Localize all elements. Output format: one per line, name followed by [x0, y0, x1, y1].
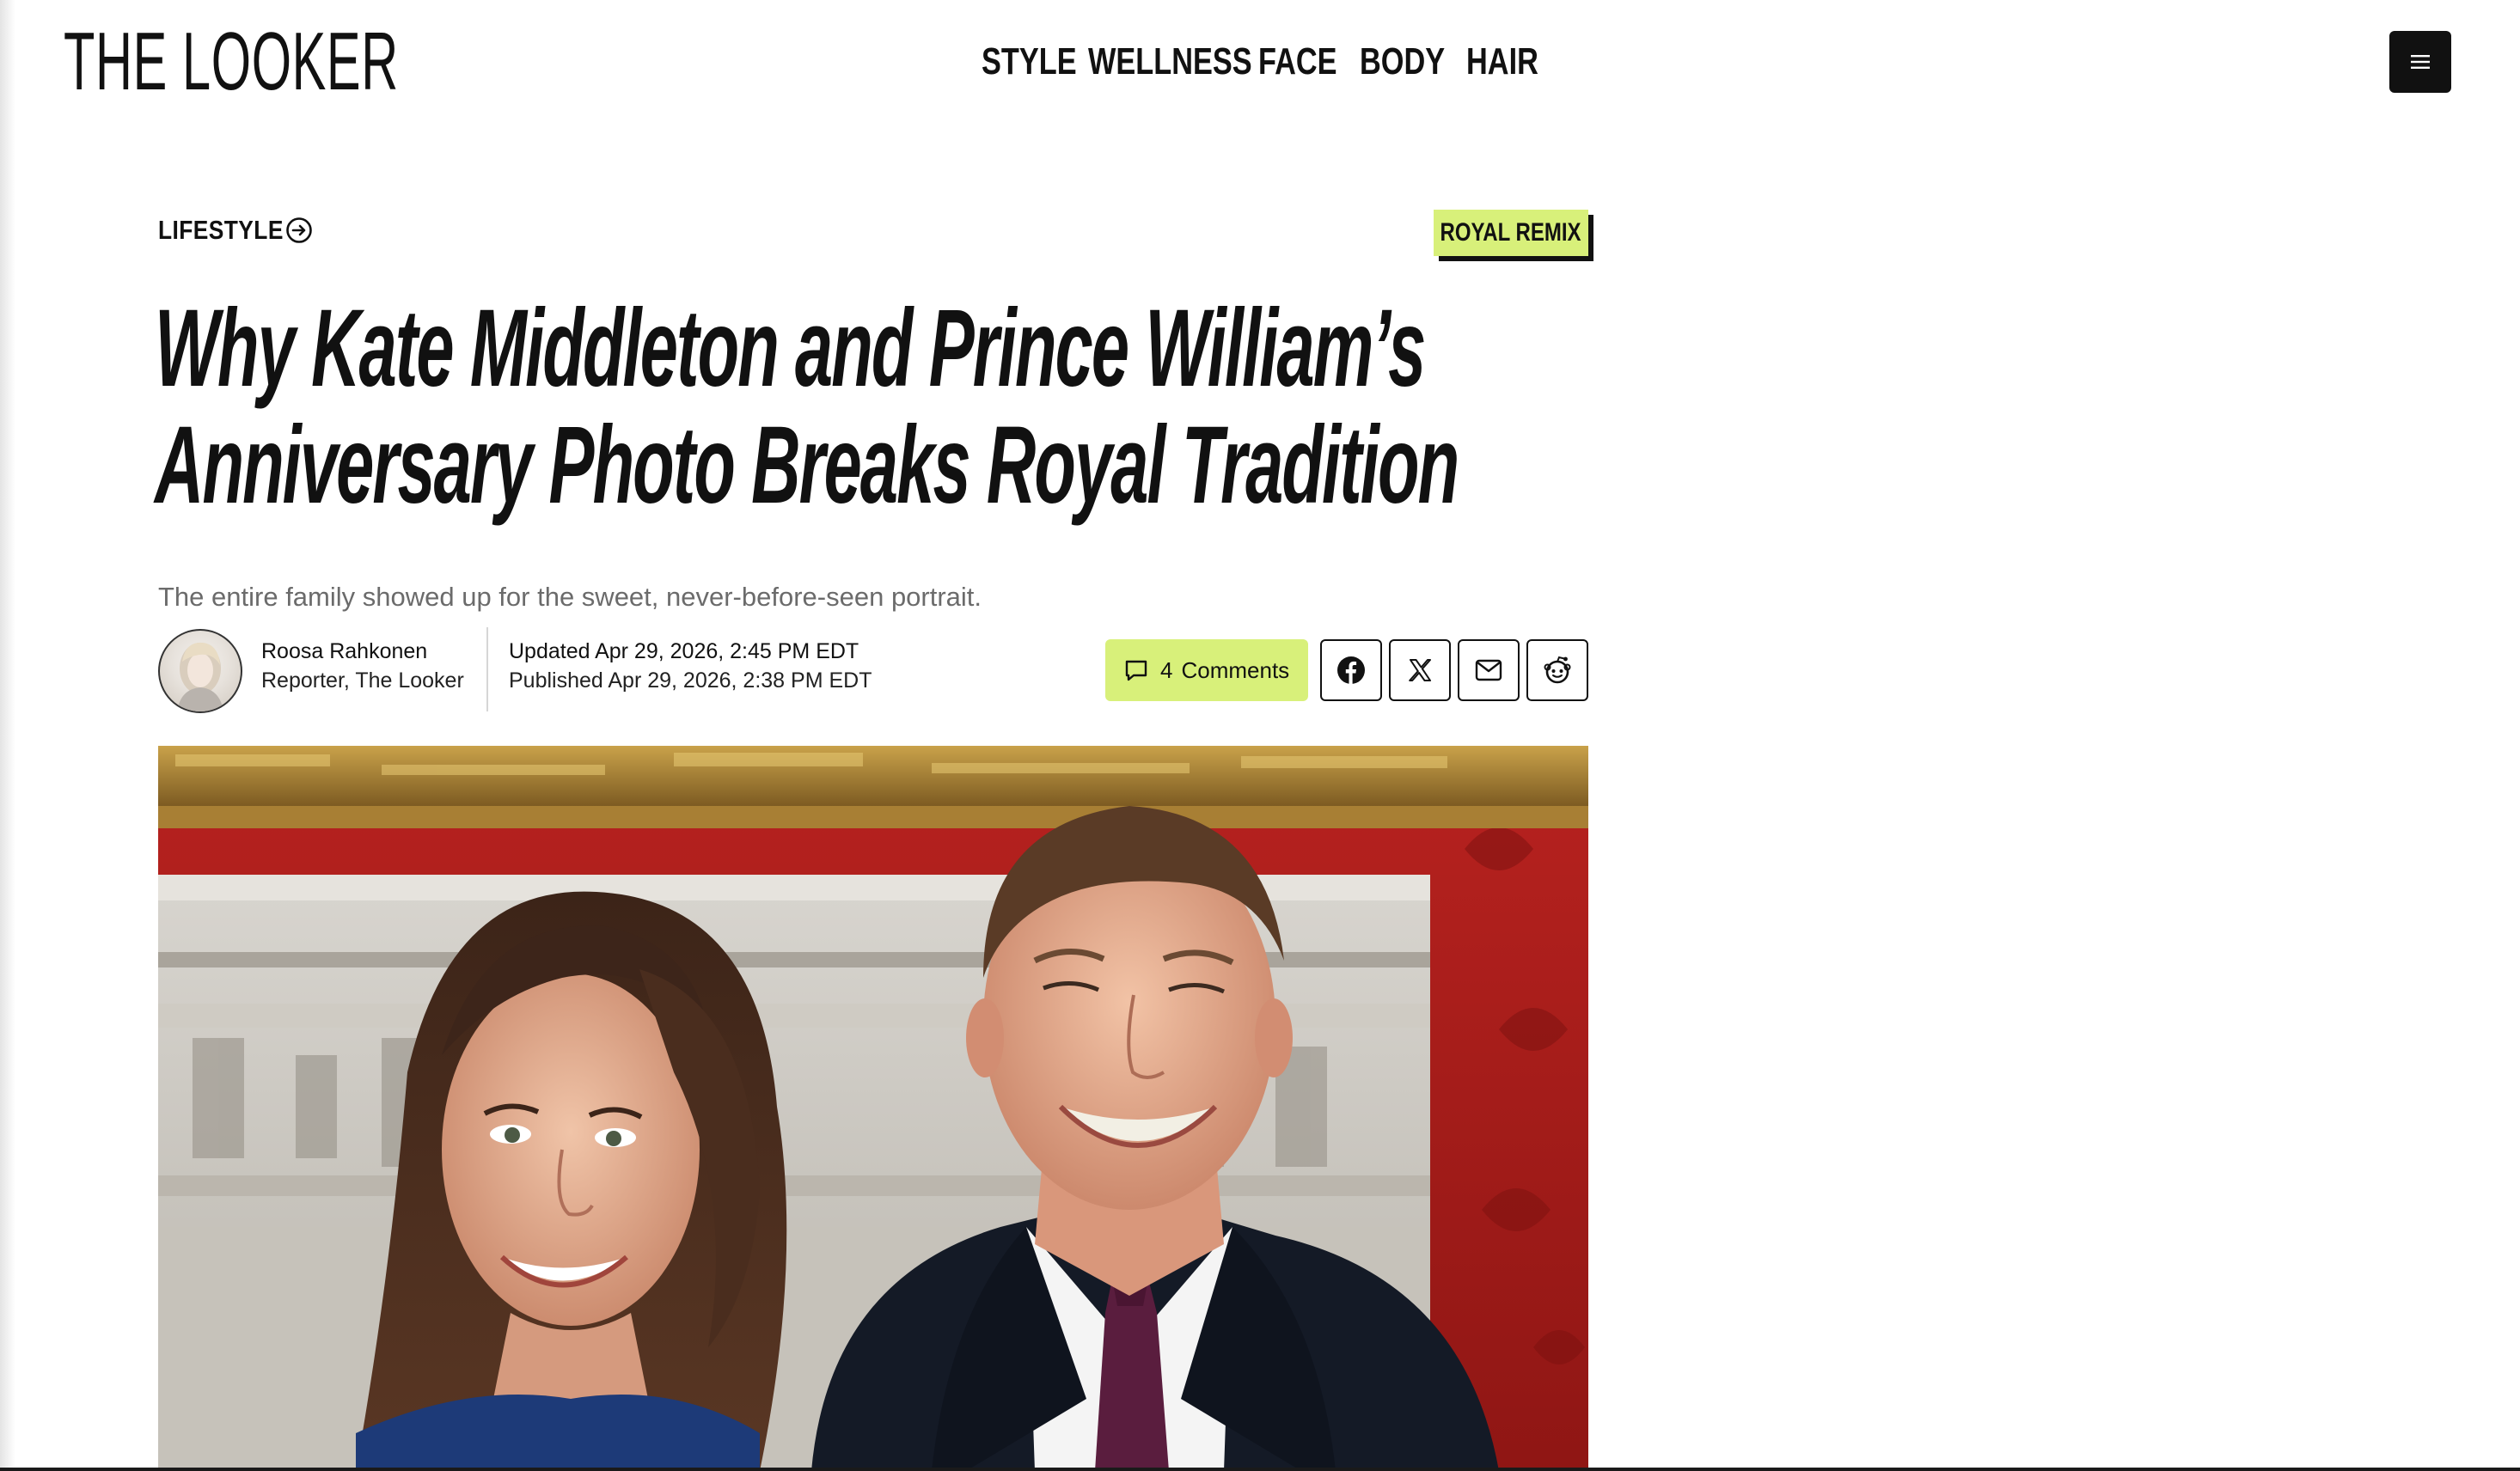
updated-timestamp: Updated Apr 29, 2026, 2:45 PM EDT [509, 639, 859, 663]
hamburger-menu-icon [2411, 53, 2430, 70]
author-avatar[interactable] [158, 629, 242, 713]
headline-line-1: Why Kate Middleton and Prince William’s [155, 287, 1426, 410]
arrow-right-circle-icon [285, 217, 313, 244]
nav-item-style[interactable]: STYLE [982, 38, 1077, 86]
main-nav: STYLE WELLNESS FACE BODY HAIR [982, 38, 1538, 86]
nav-item-face[interactable]: FACE [1258, 38, 1337, 86]
email-icon [1475, 659, 1502, 681]
published-timestamp: Published Apr 29, 2026, 2:38 PM EDT [509, 668, 872, 693]
share-email-button[interactable] [1458, 639, 1520, 701]
window-bottom-edge [0, 1468, 2520, 1471]
site-header: THE LOOKER STYLE WELLNESS FACE BODY HAIR [0, 0, 2520, 125]
category-label: LIFESTYLE [158, 215, 284, 245]
author-name[interactable]: Roosa Rahkonen [261, 639, 427, 664]
x-icon [1407, 657, 1433, 683]
article-dek: The entire family showed up for the swee… [158, 582, 982, 612]
hero-image [158, 746, 1588, 1471]
reddit-icon [1542, 655, 1573, 686]
category-link[interactable]: LIFESTYLE [158, 215, 313, 246]
share-x-button[interactable] [1389, 639, 1451, 701]
share-reddit-button[interactable] [1526, 639, 1588, 701]
byline: Roosa Rahkonen Reporter, The Looker Upda… [158, 627, 1590, 713]
comments-count: 4 [1160, 656, 1173, 683]
series-badge-label: ROYAL REMIX [1440, 218, 1582, 247]
series-badge-container: ROYAL REMIX [1434, 210, 1593, 261]
nav-item-wellness[interactable]: WELLNESS [1088, 38, 1252, 86]
series-badge[interactable]: ROYAL REMIX [1434, 210, 1588, 256]
window-edge-shadow [0, 0, 15, 1471]
nav-item-hair[interactable]: HAIR [1466, 38, 1538, 86]
comments-button[interactable]: 4 Comments [1105, 639, 1308, 701]
page: THE LOOKER STYLE WELLNESS FACE BODY HAIR… [0, 0, 2520, 1471]
article-headline: Why Kate Middleton and Prince William’s … [155, 287, 1459, 527]
menu-button[interactable] [2389, 31, 2451, 93]
author-role: Reporter, The Looker [261, 668, 464, 693]
share-facebook-button[interactable] [1320, 639, 1382, 701]
nav-item-body[interactable]: BODY [1360, 38, 1445, 86]
byline-divider [486, 627, 488, 711]
facebook-icon [1336, 656, 1366, 685]
headline-line-2: Anniversary Photo Breaks Royal Tradition [155, 404, 1459, 527]
comments-label: Comments [1181, 656, 1290, 683]
speech-bubble-icon [1122, 656, 1160, 684]
site-logo[interactable]: THE LOOKER [64, 14, 399, 110]
